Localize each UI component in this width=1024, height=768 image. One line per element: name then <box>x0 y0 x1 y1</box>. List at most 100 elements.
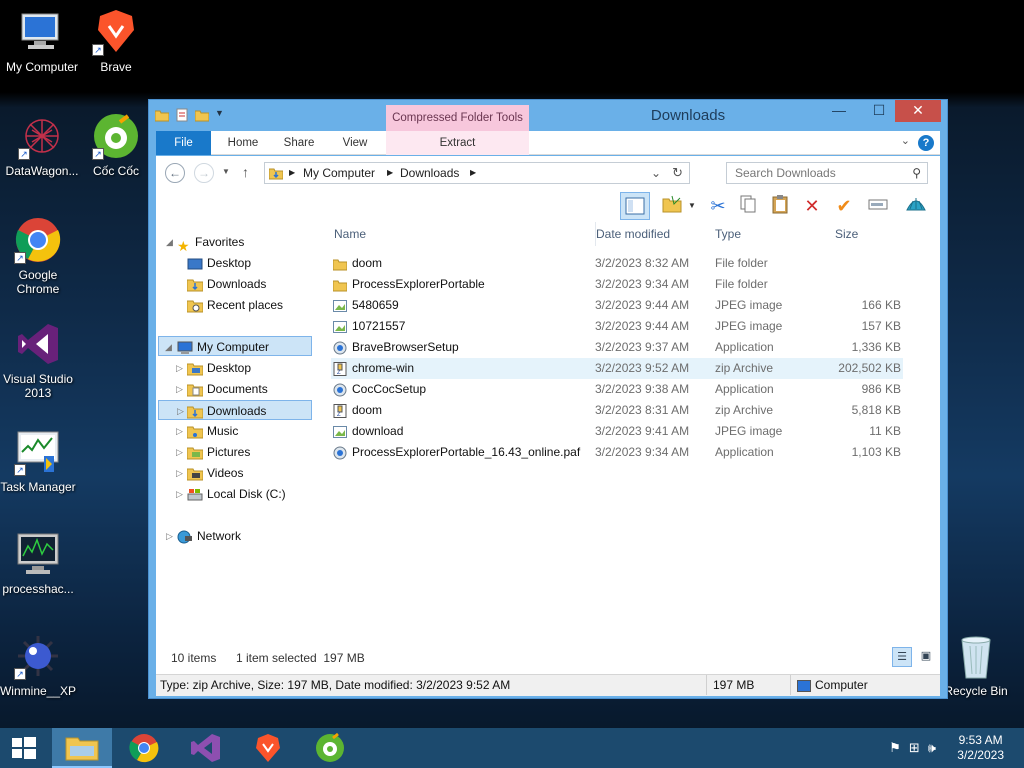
nav-favorite-desktop[interactable]: Desktop <box>187 253 251 273</box>
nav-music[interactable]: ▷ Music <box>176 421 238 441</box>
properties-icon[interactable] <box>660 194 684 218</box>
search-input[interactable]: Search Downloads ⚲ <box>726 162 928 184</box>
taskbar-chrome[interactable] <box>114 728 174 768</box>
tab-share[interactable]: Share <box>274 131 324 155</box>
back-button[interactable]: ← <box>165 163 185 183</box>
chevron-down-icon[interactable]: ▼ <box>688 201 696 210</box>
file-name: ProcessExplorerPortable <box>332 274 485 295</box>
file-row[interactable]: 10721557 3/2/2023 9:44 AM JPEG image 157 KB <box>331 316 903 337</box>
taskbar-brave[interactable] <box>238 728 298 768</box>
file-row[interactable]: Zdoom 3/2/2023 8:31 AM zip Archive 5,818 KB <box>331 400 903 421</box>
taskbar-visual-studio[interactable] <box>176 728 236 768</box>
tab-file[interactable]: File <box>156 131 211 155</box>
file-row[interactable]: 5480659 3/2/2023 9:44 AM JPEG image 166 KB <box>331 295 903 316</box>
breadcrumb-downloads[interactable]: Downloads <box>400 166 459 180</box>
expand-arrow-icon[interactable]: ▷ <box>166 526 173 546</box>
file-row[interactable]: BraveBrowserSetup 3/2/2023 9:37 AM Applica… <box>331 337 903 358</box>
desktop-icon-brave[interactable]: ↗ Brave <box>74 8 158 74</box>
column-header-date[interactable]: Date modified <box>595 222 705 246</box>
select-icon[interactable] <box>866 194 890 218</box>
desktop-icon-visual-studio[interactable]: Visual Studio 2013 <box>0 320 80 400</box>
search-icon[interactable]: ⚲ <box>912 163 921 183</box>
expand-arrow-icon[interactable]: ▷ <box>176 379 183 399</box>
file-row[interactable]: Zchrome-win 3/2/2023 9:52 AM zip Archive 20… <box>331 358 903 379</box>
expand-arrow-icon[interactable]: ◢ <box>166 232 173 252</box>
address-bar[interactable]: ▶ My Computer ▶ Downloads ▶ ⌄ ↻ <box>264 162 690 184</box>
network-icon[interactable]: ⊞ <box>909 740 920 756</box>
nav-network[interactable]: ▷ Network <box>166 526 241 546</box>
file-row[interactable]: CocCocSetup 3/2/2023 9:38 AM Application 98… <box>331 379 903 400</box>
expand-arrow-icon[interactable]: ▷ <box>176 421 183 441</box>
taskbar-file-explorer[interactable] <box>52 728 112 768</box>
file-type: JPEG image <box>715 319 783 333</box>
column-header-name[interactable]: Name <box>334 222 584 246</box>
up-button[interactable]: ↑ <box>242 164 249 180</box>
breadcrumb-separator-icon[interactable]: ▶ <box>387 168 393 177</box>
taskbar-coccoc[interactable] <box>300 728 360 768</box>
nav-favorite-downloads[interactable]: Downloads <box>186 274 266 294</box>
minimize-button[interactable]: — <box>825 100 853 122</box>
flag-icon[interactable]: ⚑ <box>889 740 901 756</box>
nav-favorite-recent-places[interactable]: Recent places <box>186 295 283 315</box>
breadcrumb-separator-icon[interactable]: ▶ <box>470 168 476 177</box>
desktop-icon-coccoc[interactable]: ↗ Cốc Cốc <box>74 112 158 178</box>
breadcrumb-separator-icon[interactable]: ▶ <box>289 168 295 177</box>
expand-arrow-icon[interactable]: ▷ <box>176 358 183 378</box>
chevron-down-icon[interactable]: ⌄ <box>901 134 910 147</box>
column-header-size[interactable]: Size <box>835 222 905 246</box>
file-name: ProcessExplorerPortable_16.43_online.paf <box>333 442 580 463</box>
desktop-icon-processhacker[interactable]: processhac... <box>0 530 80 596</box>
expand-arrow-icon[interactable]: ▷ <box>176 484 183 504</box>
recent-locations-icon[interactable]: ▼ <box>222 167 230 176</box>
large-icons-view-button[interactable]: ▣ <box>916 647 936 667</box>
rename-icon[interactable]: ✔ <box>832 194 856 218</box>
expand-arrow-icon[interactable]: ▷ <box>176 442 183 462</box>
brave-icon: ↗ <box>92 8 140 56</box>
start-button[interactable] <box>0 728 48 768</box>
expand-arrow-icon[interactable]: ▷ <box>177 401 184 421</box>
tab-extract[interactable]: Extract <box>386 131 529 155</box>
expand-arrow-icon[interactable]: ▷ <box>176 463 183 483</box>
details-view-button[interactable]: ☰ <box>892 647 912 667</box>
preview-pane-icon[interactable] <box>620 192 650 220</box>
desktop-icon-winmine[interactable]: ↗ Winmine__XP <box>0 632 80 698</box>
copy-icon[interactable] <box>736 194 760 218</box>
volume-icon[interactable]: 🕪 <box>928 740 936 756</box>
column-header-type[interactable]: Type <box>715 222 825 246</box>
tab-view[interactable]: View <box>330 131 380 155</box>
file-row[interactable]: ProcessExplorerPortable 3/2/2023 9:34 AM F… <box>331 274 903 295</box>
desktop-icon-chrome[interactable]: ↗ Google Chrome <box>0 216 80 296</box>
maximize-button[interactable]: ☐ <box>865 100 893 122</box>
paste-icon[interactable] <box>768 194 792 218</box>
explorer-window[interactable]: ▼ Compressed Folder Tools Downloads — ☐ … <box>148 99 948 699</box>
cut-icon[interactable]: ✂ <box>706 194 730 218</box>
close-button[interactable]: ✕ <box>895 100 941 122</box>
desktop-icon-datawagon[interactable]: ↗ DataWagon... <box>0 112 84 178</box>
nav-documents[interactable]: ▷ Documents <box>176 379 268 399</box>
downloads-folder-icon <box>186 405 204 419</box>
refresh-icon[interactable]: ↻ <box>672 165 683 181</box>
expand-arrow-icon[interactable]: ◢ <box>165 337 172 357</box>
delete-icon[interactable]: ✕ <box>800 194 824 218</box>
file-row[interactable]: ProcessExplorerPortable_16.43_online.paf… <box>331 442 903 463</box>
clock[interactable]: 9:53 AM 3/2/2023 <box>957 733 1004 763</box>
shell-icon[interactable] <box>904 194 928 218</box>
file-row[interactable]: download 3/2/2023 9:41 AM JPEG image 11 KB <box>331 421 903 442</box>
forward-button[interactable]: → <box>194 163 214 183</box>
window-titlebar[interactable]: ▼ Compressed Folder Tools Downloads — ☐ … <box>149 100 947 131</box>
breadcrumb-my-computer[interactable]: My Computer <box>303 166 375 180</box>
nav-my-computer[interactable]: ◢ My Computer <box>158 336 312 356</box>
nav-desktop[interactable]: ▷ Desktop <box>176 358 251 378</box>
nav-favorites[interactable]: ◢ ★ Favorites <box>166 232 244 254</box>
nav-downloads[interactable]: ▷ Downloads <box>158 400 312 420</box>
nav-local-disk[interactable]: ▷ Local Disk (C:) <box>176 484 286 504</box>
file-row[interactable]: doom 3/2/2023 8:32 AM File folder <box>331 253 903 274</box>
tab-home[interactable]: Home <box>218 131 268 155</box>
chevron-down-icon[interactable]: ⌄ <box>651 166 661 180</box>
desktop-icon-my-computer[interactable]: My Computer <box>0 8 84 74</box>
nav-videos[interactable]: ▷ Videos <box>176 463 243 483</box>
nav-pictures[interactable]: ▷ Pictures <box>176 442 250 462</box>
help-icon[interactable]: ? <box>918 135 934 151</box>
desktop-folder-icon <box>187 257 203 271</box>
desktop-icon-task-manager[interactable]: ↗ Task Manager <box>0 428 80 494</box>
